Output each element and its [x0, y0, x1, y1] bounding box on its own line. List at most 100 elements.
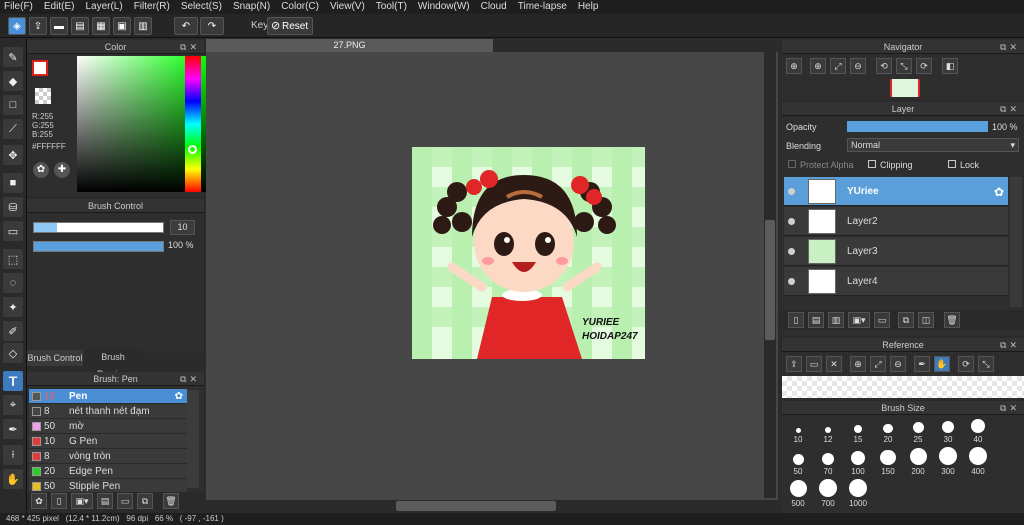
magic-wand-icon[interactable]: ✦: [3, 297, 23, 317]
lock-checkbox[interactable]: [948, 160, 956, 168]
undo-icon[interactable]: ↶: [174, 17, 198, 35]
reference-hand-icon[interactable]: ✋: [934, 356, 950, 372]
clipping-checkbox[interactable]: [868, 160, 876, 168]
brush-size-option[interactable]: 500: [784, 477, 812, 508]
menu-item[interactable]: Time-lapse: [518, 0, 567, 14]
brush-size-option[interactable]: 100: [844, 445, 872, 476]
zoom-out-icon[interactable]: ⊖: [850, 58, 866, 74]
menu-item[interactable]: Filter(R): [134, 0, 170, 14]
menu-item[interactable]: View(V): [330, 0, 365, 14]
brush-size-option[interactable]: 70: [814, 445, 842, 476]
brush-add-dropdown-icon[interactable]: ▣▾: [71, 493, 93, 509]
brush-list-item[interactable]: 50 Stipple Pen: [29, 479, 187, 492]
blending-select[interactable]: Normal ▾: [847, 138, 1019, 152]
layer-row[interactable]: Layer4: [784, 267, 1008, 296]
layer-row[interactable]: Layer2: [784, 207, 1008, 236]
brush-size-option[interactable]: 20: [874, 415, 902, 444]
zoom-in-icon[interactable]: ⊕: [786, 58, 802, 74]
reference-fit-icon[interactable]: ⤢: [870, 356, 886, 372]
snap-icon[interactable]: ◈: [8, 17, 26, 35]
artwork-canvas[interactable]: YURIEE HOIDAP247: [412, 147, 645, 359]
reference-folder-icon[interactable]: ▭: [806, 356, 822, 372]
brush-list-item[interactable]: 10 G Pen: [29, 434, 187, 449]
brush-opacity-slider[interactable]: [33, 241, 164, 252]
select-eraser-icon[interactable]: ◇: [3, 343, 23, 363]
brush-list-item[interactable]: 20 Edge Pen: [29, 464, 187, 479]
hand-tool-icon[interactable]: ✋: [3, 469, 23, 489]
layer-add-dropdown-icon[interactable]: ▣▾: [848, 312, 870, 328]
panel-controls-icon[interactable]: ⧉✕: [180, 372, 200, 386]
fill-rect-icon[interactable]: ■: [3, 173, 23, 193]
brush-list-item[interactable]: 50 mờ: [29, 419, 187, 434]
menu-item[interactable]: Edit(E): [44, 0, 75, 14]
comment-icon[interactable]: ▤: [71, 17, 89, 35]
folder-icon[interactable]: ▭: [117, 493, 133, 509]
select-pen-icon[interactable]: ✐: [3, 321, 23, 341]
brush-size-option[interactable]: 15: [844, 415, 872, 444]
gear-icon[interactable]: ✿: [994, 185, 1004, 199]
save-icon[interactable]: ▣: [113, 17, 131, 35]
trash-icon[interactable]: 🗑: [163, 493, 179, 509]
eye-icon[interactable]: [788, 248, 795, 255]
operation-tool-icon[interactable]: ⌖: [3, 395, 23, 415]
layer-trash-icon[interactable]: 🗑: [944, 312, 960, 328]
menu-item[interactable]: Snap(N): [233, 0, 270, 14]
brush-size-option[interactable]: 700: [814, 477, 842, 508]
rotate-left-icon[interactable]: ⟲: [876, 58, 892, 74]
reference-rotate-icon[interactable]: ⟳: [958, 356, 974, 372]
dropper-tool-icon[interactable]: ✒: [3, 419, 23, 439]
new-layer-icon[interactable]: ▯: [788, 312, 804, 328]
file-icon[interactable]: ▦: [92, 17, 110, 35]
layer-row[interactable]: Layer3: [784, 237, 1008, 266]
new-layer-8bit-icon[interactable]: ▤: [808, 312, 824, 328]
hue-handle[interactable]: [188, 145, 197, 154]
fit-window-icon[interactable]: ⤡: [896, 58, 912, 74]
duplicate-icon[interactable]: ⧉: [137, 493, 153, 509]
layer-opacity-slider[interactable]: [847, 121, 988, 132]
transparent-swatch[interactable]: [35, 88, 51, 104]
panel-controls-icon[interactable]: ⧉✕: [180, 40, 200, 54]
brush-size-option[interactable]: 300: [934, 445, 962, 476]
reference-close-icon[interactable]: ✕: [826, 356, 842, 372]
eye-icon[interactable]: [788, 218, 795, 225]
brush-size-option[interactable]: 200: [904, 445, 932, 476]
select-rect-icon[interactable]: ⬚: [3, 249, 23, 269]
navigator-thumbnail[interactable]: [890, 79, 920, 97]
line-tool-icon[interactable]: ⟋: [3, 119, 23, 139]
new-brush-icon[interactable]: ▯: [51, 493, 67, 509]
eye-icon[interactable]: [788, 278, 795, 285]
reference-zoom-out-icon[interactable]: ⊖: [890, 356, 906, 372]
palette-add-icon[interactable]: ✚: [54, 162, 70, 178]
reference-open-icon[interactable]: ⇪: [786, 356, 802, 372]
brush-copy-icon[interactable]: ▤: [97, 493, 113, 509]
select-lasso-icon[interactable]: ◌: [3, 273, 23, 293]
brush-size-option[interactable]: 12: [814, 415, 842, 444]
grid-icon[interactable]: ▥: [134, 17, 152, 35]
layer-copy-icon[interactable]: ⧉: [898, 312, 914, 328]
palette-icon[interactable]: ✿: [33, 162, 49, 178]
gradient-tool-icon[interactable]: ▭: [3, 221, 23, 241]
vertical-scrollbar[interactable]: [764, 52, 776, 498]
flip-icon[interactable]: ◧: [942, 58, 958, 74]
layer-scrollbar[interactable]: [1010, 177, 1022, 307]
move-tool-icon[interactable]: ✥: [3, 145, 23, 165]
menu-item[interactable]: Window(W): [418, 0, 470, 14]
brush-size-option[interactable]: 40: [964, 415, 992, 444]
brush-tool-icon[interactable]: ✎: [3, 47, 23, 67]
brush-size-option[interactable]: 25: [904, 415, 932, 444]
zoom-actual-icon[interactable]: ⤢: [830, 58, 846, 74]
reference-canvas[interactable]: [782, 376, 1024, 398]
brush-size-slider[interactable]: [33, 222, 164, 233]
brush-size-option[interactable]: 1000: [844, 477, 872, 508]
brush-size-option[interactable]: 50: [784, 445, 812, 476]
eye-icon[interactable]: [788, 188, 795, 195]
brush-size-option[interactable]: 10: [784, 415, 812, 444]
chat-icon[interactable]: ▬: [50, 17, 68, 35]
rotate-right-icon[interactable]: ⟳: [916, 58, 932, 74]
reference-flip-icon[interactable]: ⤡: [978, 356, 994, 372]
brush-list-item[interactable]: 8 nét thanh nét đạm: [29, 404, 187, 419]
menu-item[interactable]: Tool(T): [376, 0, 407, 14]
eyedropper-icon[interactable]: ⟊: [3, 445, 23, 465]
eraser-tool-icon[interactable]: ◆: [3, 71, 23, 91]
hue-slider[interactable]: [185, 56, 201, 192]
